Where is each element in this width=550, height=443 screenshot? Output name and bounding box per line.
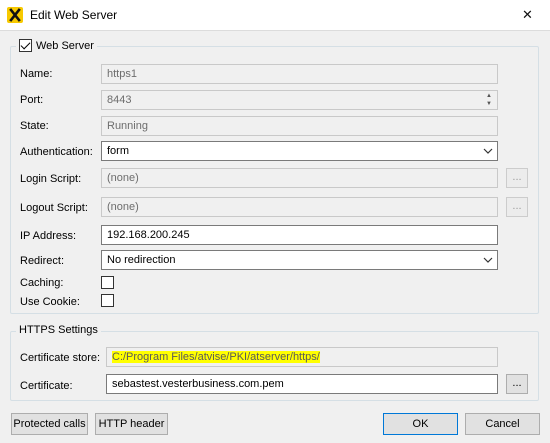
chevron-down-icon — [483, 257, 493, 263]
redirect-label: Redirect: — [20, 255, 65, 267]
spin-up-icon: ▲ — [486, 93, 492, 99]
certificate-store-value: C:/Program Files/atvise/PKI/atserver/htt… — [112, 351, 320, 363]
state-field: Running — [101, 116, 498, 136]
logout-script-browse-button[interactable]: ... — [506, 197, 528, 217]
https-settings-legend-label: HTTPS Settings — [19, 324, 98, 336]
redirect-select[interactable]: No redirection — [101, 250, 498, 270]
cancel-button[interactable]: Cancel — [465, 413, 540, 435]
x-logo-icon — [7, 7, 23, 23]
authentication-value: form — [107, 145, 129, 157]
close-button[interactable]: ✕ — [505, 0, 550, 30]
ip-address-label: IP Address: — [20, 230, 77, 242]
title-bar: Edit Web Server ✕ — [0, 0, 550, 30]
certificate-browse-button[interactable]: ... — [506, 374, 528, 394]
protected-calls-button[interactable]: Protected calls — [11, 413, 88, 435]
name-field: https1 — [101, 64, 498, 84]
chevron-down-icon — [483, 148, 493, 154]
port-value: 8443 — [107, 94, 132, 106]
use-cookie-checkbox[interactable] — [101, 294, 114, 307]
logout-script-label: Logout Script: — [20, 202, 88, 214]
state-label: State: — [20, 120, 49, 132]
port-label: Port: — [20, 94, 44, 106]
authentication-label: Authentication: — [20, 146, 93, 158]
close-icon: ✕ — [522, 7, 533, 22]
window-title: Edit Web Server — [30, 8, 118, 22]
name-label: Name: — [20, 68, 53, 80]
port-field: 8443 ▲ ▼ — [101, 90, 498, 110]
logout-script-field: (none) — [101, 197, 498, 217]
certificate-label: Certificate: — [20, 380, 73, 392]
login-script-field: (none) — [101, 168, 498, 188]
caching-checkbox[interactable] — [101, 276, 114, 289]
use-cookie-label: Use Cookie: — [20, 296, 80, 308]
web-server-enabled-checkbox[interactable] — [19, 39, 32, 52]
web-server-legend-label: Web Server — [36, 39, 94, 52]
web-server-legend: Web Server — [16, 39, 97, 52]
caching-label: Caching: — [20, 277, 64, 289]
http-header-button[interactable]: HTTP header — [95, 413, 168, 435]
ok-button[interactable]: OK — [383, 413, 458, 435]
authentication-select[interactable]: form — [101, 141, 498, 161]
spin-down-icon: ▼ — [486, 101, 492, 107]
ip-address-input[interactable]: 192.168.200.245 — [101, 225, 498, 245]
https-settings-legend: HTTPS Settings — [16, 324, 101, 336]
certificate-store-label: Certificate store: — [20, 352, 101, 364]
port-spinner: ▲ ▼ — [482, 92, 496, 108]
certificate-input[interactable]: sebastest.vesterbusiness.com.pem — [106, 374, 498, 394]
redirect-value: No redirection — [107, 254, 176, 266]
login-script-browse-button[interactable]: ... — [506, 168, 528, 188]
login-script-label: Login Script: — [20, 173, 82, 185]
certificate-store-field: C:/Program Files/atvise/PKI/atserver/htt… — [106, 347, 498, 367]
